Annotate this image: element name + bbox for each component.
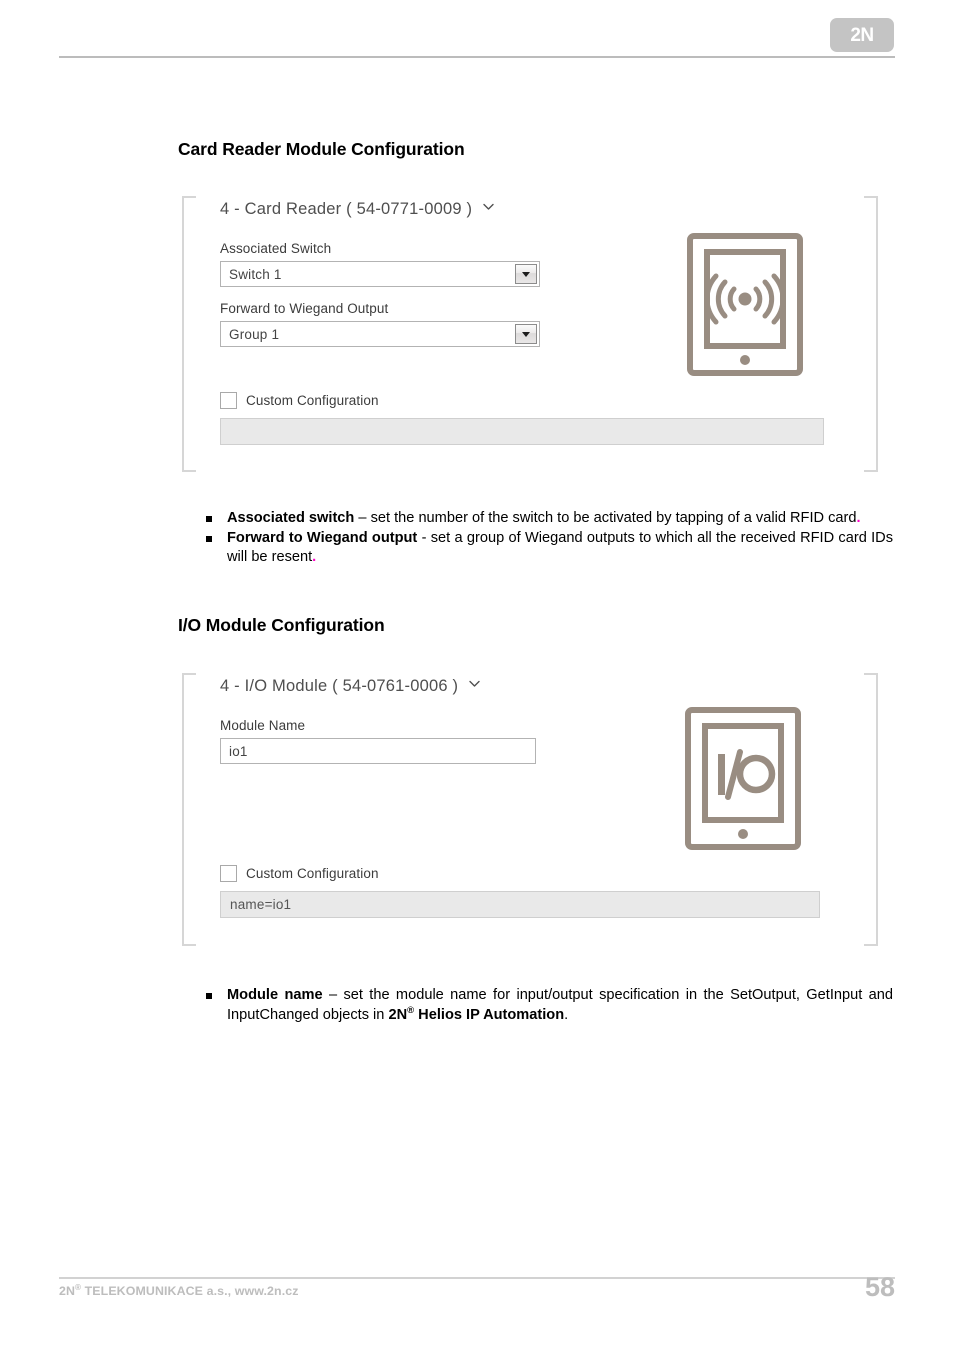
bullet-end-punct: . bbox=[856, 510, 861, 526]
footer-divider bbox=[59, 1277, 895, 1279]
bullet-dash: - bbox=[417, 529, 431, 546]
document-page: 2N Card Reader Module Configuration 4 - … bbox=[0, 0, 954, 1350]
bullet-end-punct: . bbox=[312, 549, 317, 566]
card-reader-panel-title: 4 - Card Reader ( 54-0771-0009 ) bbox=[220, 200, 473, 218]
io-module-config-panel: 4 - I/O Module ( 54-0761-0006 ) Module N… bbox=[182, 673, 878, 946]
custom-configuration-checkbox[interactable] bbox=[220, 865, 237, 882]
associated-switch-label: Associated Switch bbox=[220, 241, 332, 256]
bullet-end-punct: . bbox=[564, 1006, 569, 1023]
brand-logo-2n: 2N bbox=[830, 18, 894, 52]
custom-configuration-textarea[interactable]: name=io1 bbox=[220, 891, 820, 918]
panel-bracket-left bbox=[182, 196, 196, 472]
io-module-icon bbox=[684, 706, 802, 851]
forward-wiegand-select[interactable]: Group 1 bbox=[220, 321, 540, 347]
panel-bracket-right bbox=[864, 196, 878, 472]
list-item: Associated switch – set the number of th… bbox=[205, 509, 893, 529]
svg-text:2N: 2N bbox=[850, 25, 873, 45]
custom-configuration-textarea[interactable] bbox=[220, 418, 824, 445]
bullet-lead: Associated switch bbox=[227, 510, 355, 526]
chevron-down-icon[interactable] bbox=[483, 203, 494, 212]
bullet-text: set the number of the switch to be activ… bbox=[370, 510, 857, 526]
bullet-dash: – bbox=[354, 510, 371, 526]
page-title-card-reader: Card Reader Module Configuration bbox=[178, 139, 465, 159]
dropdown-arrow-icon[interactable] bbox=[515, 324, 537, 344]
io-module-panel-header[interactable]: 4 - I/O Module ( 54-0761-0006 ) bbox=[220, 677, 480, 696]
associated-switch-select[interactable]: Switch 1 bbox=[220, 261, 540, 287]
module-name-input[interactable]: io1 bbox=[220, 738, 536, 764]
card-reader-rfid-icon bbox=[686, 232, 804, 377]
brand-product: Helios IP Automation bbox=[414, 1006, 565, 1023]
brand-name: 2N bbox=[388, 1006, 408, 1023]
card-reader-panel-header[interactable]: 4 - Card Reader ( 54-0771-0009 ) bbox=[220, 200, 494, 219]
io-module-bullet-list: Module name – set the module name for in… bbox=[205, 986, 893, 1025]
associated-switch-value: Switch 1 bbox=[229, 266, 282, 282]
footer-company: 2N® TELEKOMUNIKACE a.s., www.2n.cz bbox=[59, 1283, 299, 1298]
module-name-label: Module Name bbox=[220, 718, 306, 733]
chevron-down-icon[interactable] bbox=[469, 680, 480, 689]
list-item: Module name – set the module name for in… bbox=[205, 986, 893, 1025]
panel-bracket-left bbox=[182, 673, 196, 946]
bullet-lead: Forward to Wiegand output bbox=[227, 529, 418, 546]
panel-bracket-right bbox=[864, 673, 878, 946]
io-module-panel-title: 4 - I/O Module ( 54-0761-0006 ) bbox=[220, 677, 459, 695]
footer-company-name: 2N bbox=[59, 1284, 76, 1298]
card-reader-config-panel: 4 - Card Reader ( 54-0771-0009 ) Associa… bbox=[182, 196, 878, 472]
card-reader-bullet-list: Associated switch – set the number of th… bbox=[205, 509, 893, 568]
page-header: 2N bbox=[0, 0, 954, 70]
forward-wiegand-value: Group 1 bbox=[229, 326, 280, 342]
custom-configuration-label: Custom Configuration bbox=[246, 393, 379, 408]
custom-configuration-checkbox-row[interactable]: Custom Configuration bbox=[220, 392, 379, 409]
dropdown-arrow-icon[interactable] bbox=[515, 264, 537, 284]
footer-company-rest: TELEKOMUNIKACE a.s., www.2n.cz bbox=[81, 1284, 299, 1298]
custom-configuration-checkbox-row[interactable]: Custom Configuration bbox=[220, 865, 379, 882]
custom-configuration-checkbox[interactable] bbox=[220, 392, 237, 409]
bullet-dash: – bbox=[322, 987, 344, 1003]
custom-configuration-label: Custom Configuration bbox=[246, 866, 379, 881]
page-number: 58 bbox=[864, 1272, 895, 1302]
header-divider bbox=[59, 56, 895, 58]
page-title-io-module: I/O Module Configuration bbox=[178, 615, 385, 635]
forward-wiegand-label: Forward to Wiegand Output bbox=[220, 301, 389, 316]
list-item: Forward to Wiegand output - set a group … bbox=[205, 529, 893, 568]
bullet-lead: Module name bbox=[227, 987, 323, 1003]
